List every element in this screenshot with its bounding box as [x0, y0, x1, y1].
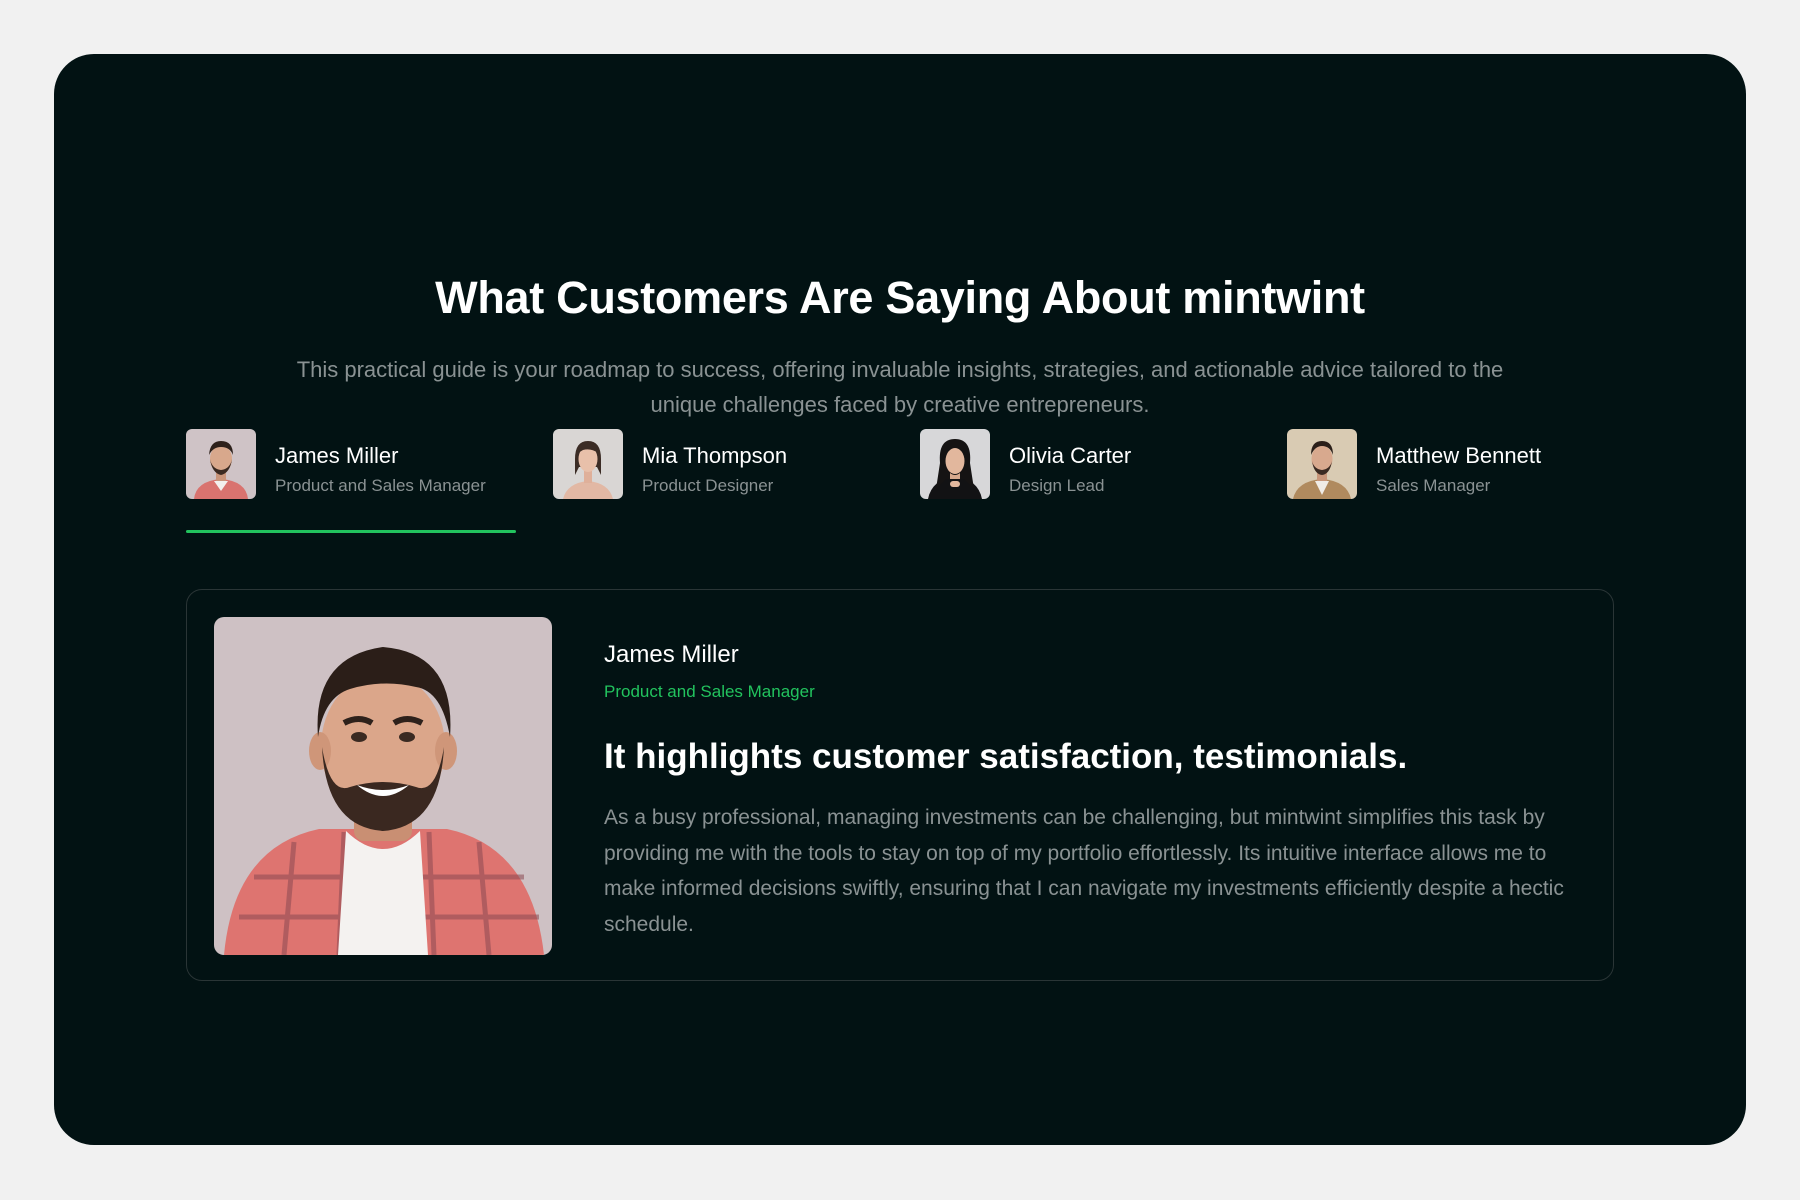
- tab-name: Mia Thompson: [642, 443, 788, 468]
- section-title: What Customers Are Saying About mintwint: [435, 272, 1365, 323]
- tab-james-miller[interactable]: James Miller Product and Sales Manager: [186, 429, 526, 509]
- testimonials-section: What Customers Are Saying About mintwint…: [54, 54, 1746, 1145]
- avatar: [553, 429, 623, 499]
- tab-matthew-bennett[interactable]: Matthew Bennett Sales Manager: [1287, 429, 1627, 509]
- tab-name: Matthew Bennett: [1376, 443, 1542, 468]
- avatar: [920, 429, 990, 499]
- active-tab-indicator: [186, 530, 516, 533]
- tab-name: James Miller: [275, 443, 399, 468]
- tab-role: Sales Manager: [1376, 476, 1491, 495]
- section-subtitle: This practical guide is your roadmap to …: [296, 357, 1504, 417]
- tab-role: Design Lead: [1009, 476, 1105, 495]
- tab-olivia-carter[interactable]: Olivia Carter Design Lead: [920, 429, 1260, 509]
- testimonial-role: Product and Sales Manager: [604, 682, 815, 701]
- testimonial-photo: [214, 617, 552, 955]
- tab-name: Olivia Carter: [1009, 443, 1132, 468]
- avatar: [186, 429, 256, 499]
- tab-role: Product and Sales Manager: [275, 476, 486, 495]
- avatar: [1287, 429, 1357, 499]
- tab-role: Product Designer: [642, 476, 774, 495]
- testimonial-body: As a busy professional, managing investm…: [604, 806, 1564, 936]
- tab-mia-thompson[interactable]: Mia Thompson Product Designer: [553, 429, 893, 509]
- testimonial-name: James Miller: [604, 641, 739, 668]
- testimonial-headline: It highlights customer satisfaction, tes…: [604, 737, 1408, 776]
- testimonial-card: James Miller Product and Sales Manager I…: [186, 589, 1614, 981]
- testimonial-tabs: James Miller Product and Sales Manager M…: [186, 429, 1616, 509]
